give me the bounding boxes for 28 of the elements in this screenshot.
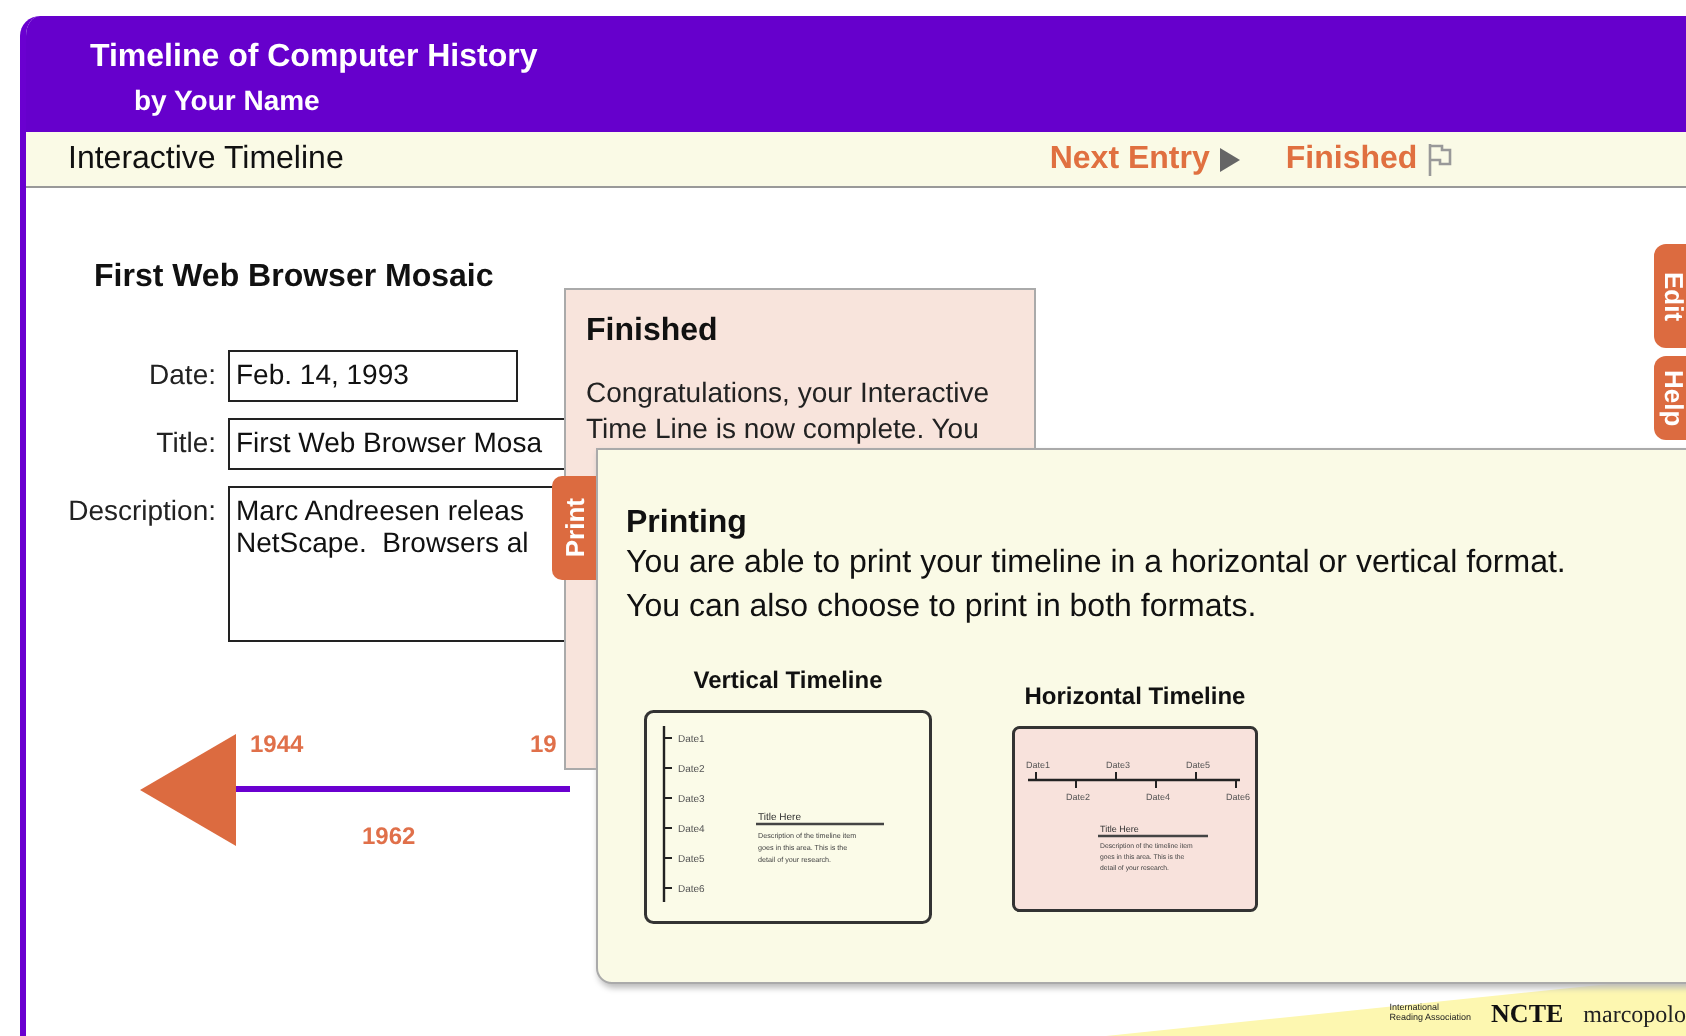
play-arrow-icon bbox=[1217, 145, 1242, 173]
popup-text: Congratulations, your Interactive bbox=[586, 374, 990, 410]
input-field[interactable]: First Web Browser Mosa bbox=[228, 418, 564, 470]
author-byline: by Your Name bbox=[134, 84, 320, 116]
side-tab[interactable]: Help bbox=[1654, 356, 1686, 440]
year-label[interactable]: 1944 bbox=[250, 730, 304, 758]
popup-title: Printing bbox=[626, 506, 747, 542]
app-title: Timeline of Computer History bbox=[90, 40, 538, 76]
year-label[interactable]: 1962 bbox=[362, 822, 416, 850]
field-label: Title: bbox=[154, 424, 216, 462]
sample-title: Horizontal Timeline bbox=[1024, 682, 1246, 710]
popup-text: You are able to print your timeline in a horizontal or vertical format. bbox=[626, 544, 1566, 584]
section-title: Interactive Timeline bbox=[68, 141, 344, 177]
field-label: Description: bbox=[66, 492, 216, 530]
partner-logo[interactable]: marcopolo bbox=[1583, 999, 1686, 1029]
popup-title: Finished bbox=[586, 314, 718, 350]
sample-title: Vertical Timeline bbox=[693, 666, 883, 694]
finished-link[interactable]: Finished bbox=[1285, 141, 1454, 177]
year-label[interactable]: 19 bbox=[530, 730, 557, 758]
popup-text: Time Line is now complete. You bbox=[586, 410, 979, 446]
side-tab[interactable]: Edit bbox=[1654, 244, 1686, 348]
print-tab[interactable]: Print bbox=[552, 476, 596, 580]
flag-icon bbox=[1425, 141, 1454, 177]
popup-text: You can also choose to print in both formats. bbox=[626, 588, 1257, 628]
partner-logo[interactable]: NCTE bbox=[1491, 998, 1564, 1030]
field-label: Date: bbox=[147, 356, 216, 394]
next-entry-link[interactable]: Next Entry bbox=[1049, 141, 1242, 177]
input-field[interactable]: Feb. 14, 1993 bbox=[228, 350, 518, 402]
